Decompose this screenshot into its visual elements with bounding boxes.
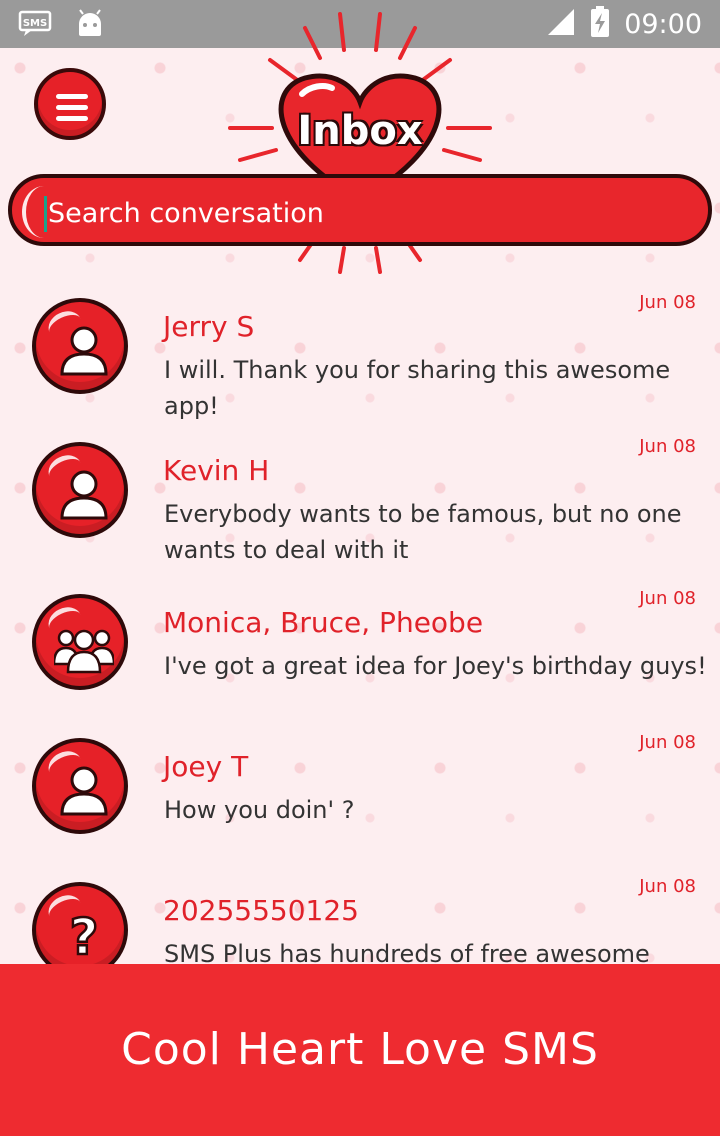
conversation-list[interactable]: Jerry S I will. Thank you for sharing th… <box>0 290 720 964</box>
question-icon: ? <box>68 907 100 964</box>
hamburger-icon <box>56 94 88 127</box>
message-preview: I've got a great idea for Joey's birthda… <box>164 652 707 680</box>
person-icon <box>60 470 108 520</box>
svg-text:?: ? <box>69 908 98 964</box>
message-date: Jun 08 <box>639 732 696 753</box>
contact-name: Jerry S <box>163 310 255 343</box>
page-title: Inbox <box>297 108 423 154</box>
message-date: Jun 08 <box>639 436 696 457</box>
avatar: ? <box>32 882 128 964</box>
group-icon <box>54 629 114 674</box>
avatar <box>32 442 128 538</box>
conversation-row[interactable]: Jerry S I will. Thank you for sharing th… <box>0 290 720 434</box>
menu-button[interactable] <box>34 68 106 140</box>
contact-name: 20255550125 <box>163 894 359 927</box>
avatar <box>32 594 128 690</box>
battery-charging-icon <box>590 6 610 42</box>
avatar <box>32 298 128 394</box>
message-preview: SMS Plus has hundreds of free awesome th… <box>164 940 650 964</box>
person-icon <box>60 766 108 816</box>
message-preview: How you doin' ? <box>164 796 355 824</box>
contact-name: Joey T <box>163 750 249 783</box>
contact-name: Kevin H <box>163 454 270 487</box>
conversation-row[interactable]: Monica, Bruce, Pheobe I've got a great i… <box>0 586 720 730</box>
person-icon <box>60 326 108 376</box>
promo-banner[interactable]: Cool Heart Love SMS <box>0 964 720 1136</box>
search-input[interactable] <box>46 188 690 238</box>
avatar <box>32 738 128 834</box>
contact-name: Monica, Bruce, Pheobe <box>163 606 484 639</box>
svg-text:SMS: SMS <box>23 18 47 29</box>
message-preview: Everybody wants to be famous, but no one… <box>164 500 682 564</box>
conversation-row[interactable]: Joey T How you doin' ? Jun 08 <box>0 730 720 874</box>
conversation-row[interactable]: ? 20255550125 SMS Plus has hundreds of f… <box>0 874 720 964</box>
status-time: 09:00 <box>624 8 702 40</box>
sms-notification-icon: SMS <box>18 8 54 42</box>
message-date: Jun 08 <box>639 588 696 609</box>
conversation-row[interactable]: Kevin H Everybody wants to be famous, bu… <box>0 434 720 578</box>
message-preview: I will. Thank you for sharing this aweso… <box>164 356 671 420</box>
signal-icon <box>546 7 576 41</box>
search-bar[interactable] <box>8 174 712 246</box>
message-date: Jun 08 <box>639 876 696 897</box>
android-icon <box>76 8 104 42</box>
message-date: Jun 08 <box>639 292 696 313</box>
